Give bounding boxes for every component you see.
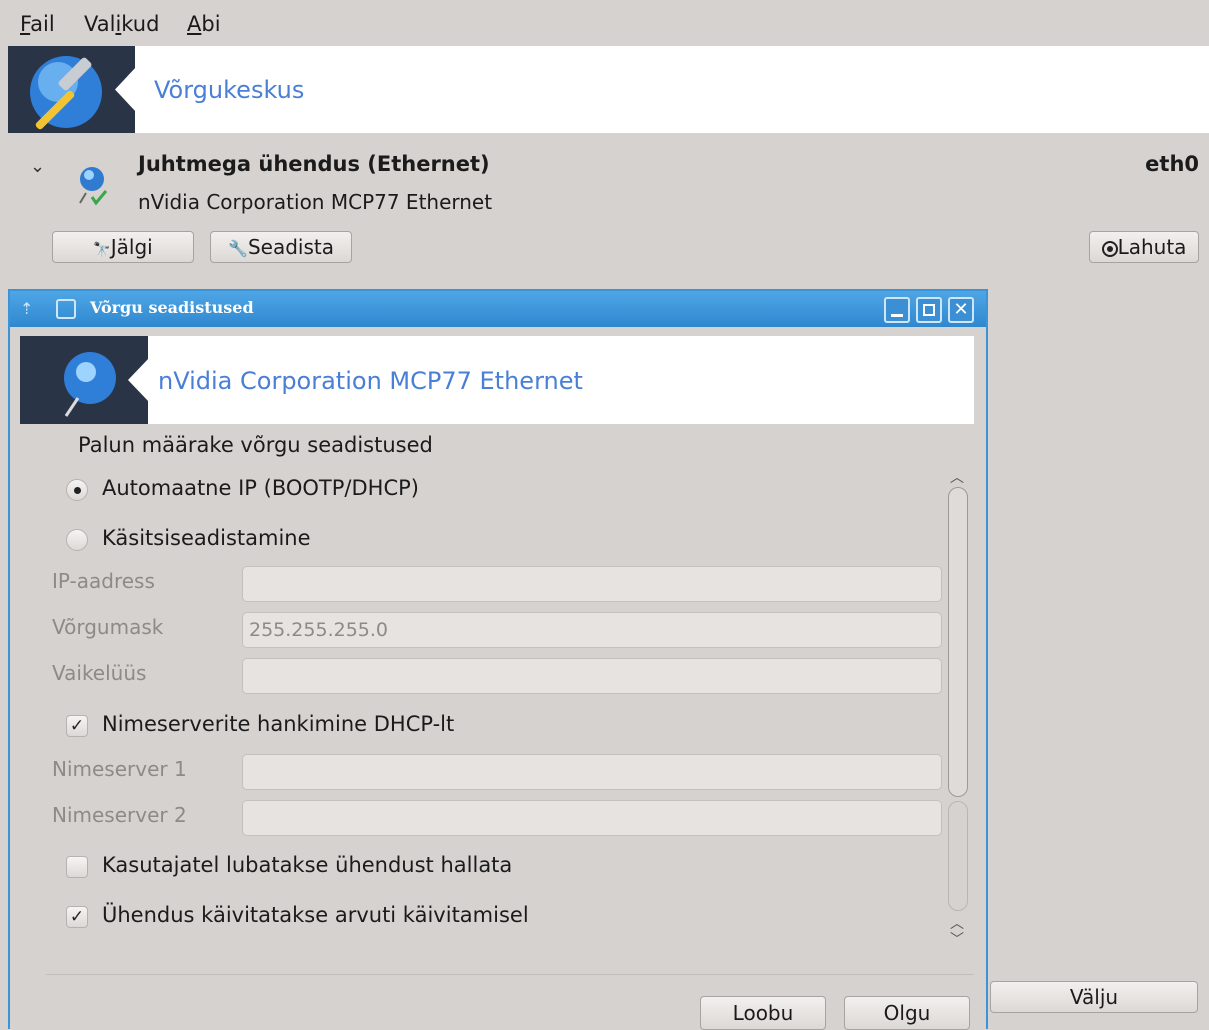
netmask-label: Võrgumask — [52, 615, 164, 639]
netmask-field[interactable]: 255.255.255.0 — [242, 612, 942, 648]
dialog-title: Võrgu seadistused — [90, 298, 254, 317]
device-title: Juhtmega ühendus (Ethernet) — [138, 152, 490, 176]
radio-manual[interactable] — [66, 529, 88, 551]
monitor-button-label: Jälgi — [110, 235, 153, 259]
dialog-titlebar[interactable]: ⇡ Võrgu seadistused ✕ — [10, 291, 986, 327]
disconnect-button[interactable]: Lahuta — [1089, 231, 1199, 263]
checkbox-start-at-boot[interactable]: ✓ — [66, 906, 88, 928]
header-notch-icon — [115, 66, 137, 113]
cancel-button[interactable]: Loobu — [700, 996, 826, 1030]
monitor-button[interactable]: 🔭Jälgi — [52, 231, 194, 263]
checkbox-user-manage[interactable] — [66, 856, 88, 878]
menu-options-label-pre: Val — [84, 12, 116, 36]
radio-auto-ip[interactable] — [66, 479, 88, 501]
checkmark-icon: ✓ — [69, 716, 85, 736]
menu-help-mnemonic: A — [187, 12, 202, 36]
disconnect-button-label: Lahuta — [1117, 235, 1187, 259]
wrench-icon: 🔧 — [228, 239, 248, 258]
dns2-label: Nimeserver 2 — [52, 803, 187, 827]
configure-button[interactable]: 🔧Seadista — [210, 231, 352, 263]
menu-options[interactable]: Valikud — [84, 12, 159, 36]
app-title: Võrgukeskus — [154, 76, 305, 104]
menu-help[interactable]: Abi — [187, 12, 221, 36]
quit-button[interactable]: Välju — [990, 981, 1198, 1013]
menubar: Fail Valikud Abi — [0, 0, 1209, 46]
ok-button[interactable]: Olgu — [844, 996, 970, 1030]
dialog-header-notch-icon — [128, 357, 150, 403]
dns1-label: Nimeserver 1 — [52, 757, 187, 781]
checkbox-user-manage-label: Kasutajatel lubatakse ühendust hallata — [102, 853, 513, 877]
configure-button-label: Seadista — [247, 235, 334, 259]
menu-file-mnemonic: F — [20, 12, 31, 36]
menu-file[interactable]: Fail — [20, 12, 55, 36]
checkbox-dns-dhcp-label: Nimeserverite hankimine DHCP-lt — [102, 712, 455, 736]
radio-selected-dot — [74, 487, 81, 494]
scroll-up-icon[interactable]: ︿ — [950, 467, 964, 487]
ip-address-label: IP-aadress — [52, 569, 155, 593]
menu-help-label: bi — [201, 12, 221, 36]
radio-auto-ip-label: Automaatne IP (BOOTP/DHCP) — [102, 476, 419, 500]
dialog-header: nVidia Corporation MCP77 Ethernet — [20, 336, 974, 424]
menu-options-label: kud — [121, 12, 160, 36]
gateway-label: Vaikelüüs — [52, 661, 147, 685]
minimize-icon[interactable] — [884, 297, 910, 323]
checkbox-dns-dhcp[interactable]: ✓ — [66, 715, 88, 737]
expand-chevron-icon[interactable]: ⌄ — [30, 156, 45, 177]
dns1-field[interactable] — [242, 754, 942, 790]
pin-icon[interactable]: ⇡ — [20, 299, 33, 318]
network-device-icon — [72, 163, 112, 207]
checkbox-start-at-boot-label: Ühendus käivitatakse arvuti käivitamisel — [102, 903, 529, 927]
dialog-separator — [46, 974, 974, 975]
intro-text: Palun määrake võrgu seadistused — [78, 433, 433, 457]
maximize-icon[interactable] — [916, 297, 942, 323]
gateway-field[interactable] — [242, 658, 942, 694]
ip-address-field[interactable] — [242, 566, 942, 602]
checkmark-icon: ✓ — [69, 907, 85, 927]
radio-manual-label: Käsitsiseadistamine — [102, 526, 311, 550]
device-interface: eth0 — [1145, 152, 1199, 176]
app-header: Võrgukeskus — [8, 46, 1209, 133]
menu-file-label: ail — [30, 12, 55, 36]
scrollbar-thumb[interactable] — [948, 487, 968, 797]
dns2-field[interactable] — [242, 800, 942, 836]
dialog-app-icon — [56, 299, 76, 319]
close-icon[interactable]: ✕ — [948, 297, 974, 323]
device-subtitle: nVidia Corporation MCP77 Ethernet — [138, 190, 493, 214]
scrollbar-track[interactable] — [948, 801, 968, 911]
binoculars-icon: 🔭 — [93, 242, 111, 258]
scroll-down-icon[interactable]: ﹀ — [950, 929, 964, 949]
disconnect-icon — [1101, 241, 1118, 257]
network-settings-dialog: ⇡ Võrgu seadistused ✕ nVidia Corporation… — [8, 289, 988, 1030]
dialog-header-title: nVidia Corporation MCP77 Ethernet — [158, 367, 583, 395]
